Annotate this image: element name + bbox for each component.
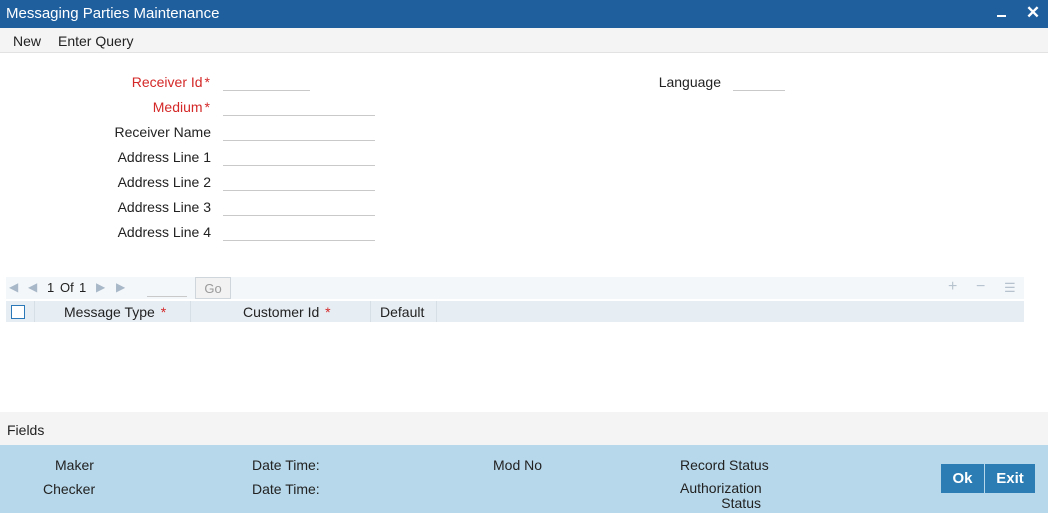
address-line-3-field[interactable] — [223, 196, 375, 216]
address-line-4-field[interactable] — [223, 221, 375, 241]
address-line-2-label: Address Line 2 — [117, 174, 211, 190]
page-number-input[interactable] — [147, 277, 187, 297]
column-divider — [370, 301, 371, 322]
column-divider — [436, 301, 437, 322]
menu-item-enter-query[interactable]: Enter Query — [58, 33, 133, 49]
address-line-1-label: Address Line 1 — [117, 149, 211, 165]
current-page: 1 — [47, 280, 55, 295]
medium-label: Medium * — [152, 99, 210, 115]
maker-label: Maker — [55, 457, 94, 473]
window-title: Messaging Parties Maintenance — [6, 5, 220, 22]
next-page-icon[interactable]: ▶ — [96, 280, 105, 294]
total-pages: 1 — [79, 280, 87, 295]
receiver-id-field[interactable] — [223, 71, 310, 91]
close-icon[interactable]: ✕ — [1023, 3, 1043, 23]
language-field[interactable] — [733, 71, 785, 91]
prev-page-icon[interactable]: ◀ — [28, 280, 37, 294]
maker-date-time-label: Date Time: — [252, 457, 320, 473]
record-status-label: Record Status — [680, 457, 769, 473]
receiver-name-label: Receiver Name — [114, 124, 211, 140]
receiver-id-label: Receiver Id * — [131, 74, 210, 90]
last-page-icon[interactable]: ▶ — [116, 280, 125, 294]
column-divider — [190, 301, 191, 322]
single-view-icon[interactable]: ☰ — [1004, 280, 1016, 296]
address-line-1-field[interactable] — [223, 146, 375, 166]
select-all-checkbox[interactable] — [11, 305, 25, 319]
column-header-default[interactable]: Default — [380, 304, 424, 320]
audit-footer: Maker Checker Date Time: Date Time: Mod … — [0, 445, 1048, 513]
checker-date-time-label: Date Time: — [252, 481, 320, 497]
delete-row-icon[interactable]: − — [976, 278, 985, 296]
language-label: Language — [658, 74, 721, 90]
mod-no-label: Mod No — [493, 457, 543, 473]
menu-bar: New Enter Query — [0, 28, 1048, 53]
receiver-name-field[interactable] — [223, 121, 375, 141]
first-page-icon[interactable]: ◀​ — [9, 280, 18, 294]
checker-label: Checker — [43, 481, 96, 497]
go-button[interactable]: Go — [195, 277, 231, 299]
grid-header: Message Type * Customer Id * Default — [6, 301, 1024, 322]
address-line-4-label: Address Line 4 — [117, 224, 211, 240]
of-label: Of — [60, 280, 74, 295]
column-divider — [34, 301, 35, 322]
authorization-status-label: Authorization Status — [680, 480, 762, 511]
medium-field[interactable] — [223, 96, 375, 116]
ok-button[interactable]: Ok — [941, 464, 984, 493]
grid-body — [6, 322, 1024, 410]
title-bar: Messaging Parties Maintenance ✕ — [0, 0, 1048, 28]
add-row-icon[interactable]: + — [948, 278, 957, 296]
address-line-2-field[interactable] — [223, 171, 375, 191]
address-line-3-label: Address Line 3 — [117, 199, 211, 215]
fields-link[interactable]: Fields — [7, 422, 44, 438]
minimize-icon[interactable] — [992, 3, 1012, 23]
exit-button[interactable]: Exit — [985, 464, 1035, 493]
fields-section: Fields — [0, 412, 1048, 445]
grid-toolbar: ◀​ ◀ 1 Of 1 ▶ ▶ Go + − ☰ — [6, 277, 1024, 299]
column-header-message-type[interactable]: Message Type * — [64, 304, 166, 320]
column-header-customer-id[interactable]: Customer Id * — [243, 304, 331, 320]
menu-item-new[interactable]: New — [13, 33, 41, 49]
